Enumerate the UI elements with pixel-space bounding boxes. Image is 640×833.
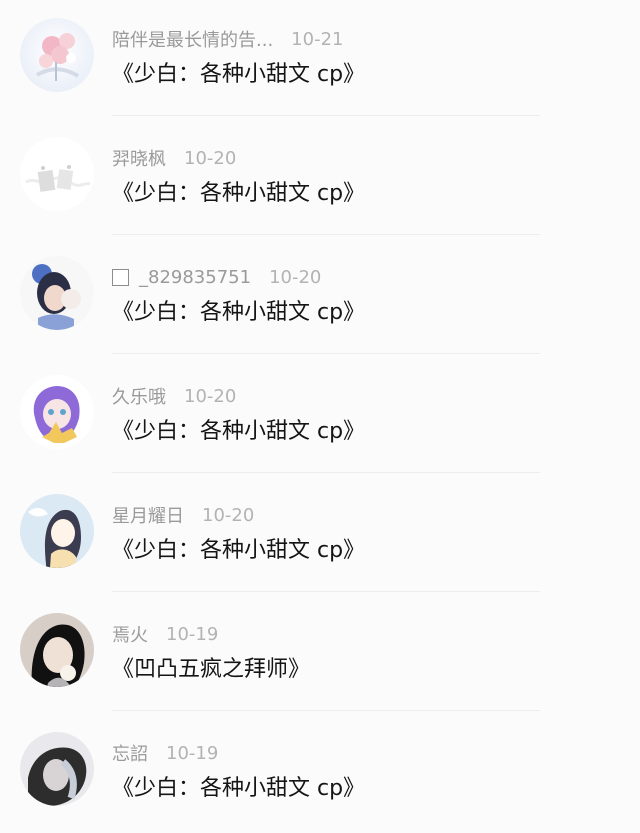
comment-title[interactable]: 《少白：各种小甜文 cp》 — [112, 532, 365, 564]
comment-meta: _829835751 10-20 — [112, 263, 321, 291]
commenter-name[interactable]: _829835751 — [139, 267, 251, 288]
commenter-name[interactable]: 忘詔 — [112, 740, 148, 766]
divider — [112, 710, 540, 711]
flower-avatar-icon — [20, 18, 94, 92]
avatar[interactable] — [20, 494, 94, 568]
anime-dark-hair-avatar-icon — [20, 494, 94, 568]
divider — [112, 472, 540, 473]
anime-purple-hair-avatar-icon — [20, 375, 94, 449]
divider — [112, 591, 540, 592]
dark-hair-photo-avatar-icon — [20, 613, 94, 687]
comment-item[interactable]: 羿晓枫 10-20 《少白：各种小甜文 cp》 — [0, 119, 640, 238]
comment-item[interactable]: 久乐哦 10-20 《少白：各种小甜文 cp》 — [0, 357, 640, 476]
comment-item[interactable]: 忘詔 10-19 《少白：各种小甜文 cp》 — [0, 714, 640, 833]
light-sketch-avatar-icon — [20, 137, 94, 211]
avatar[interactable] — [20, 256, 94, 330]
comment-title[interactable]: 《少白：各种小甜文 cp》 — [112, 413, 365, 445]
commenter-name[interactable]: 久乐哦 — [112, 383, 166, 409]
comment-meta: 忘詔 10-19 — [112, 739, 218, 767]
blurred-photo-avatar-icon — [20, 732, 94, 806]
comment-meta: 羿晓枫 10-20 — [112, 144, 236, 172]
divider — [112, 353, 540, 354]
comment-date: 10-20 — [184, 147, 237, 169]
comment-meta: 久乐哦 10-20 — [112, 382, 236, 410]
commenter-name[interactable]: 焉火 — [112, 621, 148, 647]
comment-item[interactable]: _829835751 10-20 《少白：各种小甜文 cp》 — [0, 238, 640, 357]
comment-meta: 焉火 10-19 — [112, 620, 218, 648]
comment-item[interactable]: 星月耀日 10-20 《少白：各种小甜文 cp》 — [0, 476, 640, 595]
comment-title[interactable]: 《少白：各种小甜文 cp》 — [112, 56, 365, 88]
commenter-name[interactable]: 星月耀日 — [112, 502, 184, 528]
comment-title[interactable]: 《少白：各种小甜文 cp》 — [112, 175, 365, 207]
avatar[interactable] — [20, 375, 94, 449]
commenter-name[interactable]: 羿晓枫 — [112, 145, 166, 171]
girl-with-cap-avatar-icon — [20, 256, 94, 330]
divider — [112, 115, 540, 116]
comment-item[interactable]: 焉火 10-19 《凹凸五疯之拜师》 — [0, 595, 640, 714]
comment-list: 陪伴是最长情的告... 10-21 《少白：各种小甜文 cp》 羿晓枫 10-2… — [0, 0, 640, 824]
divider — [112, 234, 540, 235]
comment-meta: 星月耀日 10-20 — [112, 501, 254, 529]
comment-title[interactable]: 《少白：各种小甜文 cp》 — [112, 770, 365, 802]
comment-meta: 陪伴是最长情的告... 10-21 — [112, 25, 343, 53]
avatar[interactable] — [20, 18, 94, 92]
comment-item[interactable]: 陪伴是最长情的告... 10-21 《少白：各种小甜文 cp》 — [0, 0, 640, 119]
comment-title[interactable]: 《少白：各种小甜文 cp》 — [112, 294, 365, 326]
commenter-name[interactable]: 陪伴是最长情的告... — [112, 26, 273, 52]
checkbox-icon — [112, 268, 129, 286]
comment-title[interactable]: 《凹凸五疯之拜师》 — [112, 651, 310, 683]
comment-date: 10-21 — [291, 28, 344, 50]
comment-date: 10-20 — [184, 385, 237, 407]
comment-date: 10-20 — [202, 504, 255, 526]
avatar[interactable] — [20, 732, 94, 806]
avatar[interactable] — [20, 613, 94, 687]
avatar[interactable] — [20, 137, 94, 211]
comment-date: 10-19 — [166, 623, 219, 645]
comment-date: 10-19 — [166, 742, 219, 764]
comment-date: 10-20 — [269, 266, 322, 288]
